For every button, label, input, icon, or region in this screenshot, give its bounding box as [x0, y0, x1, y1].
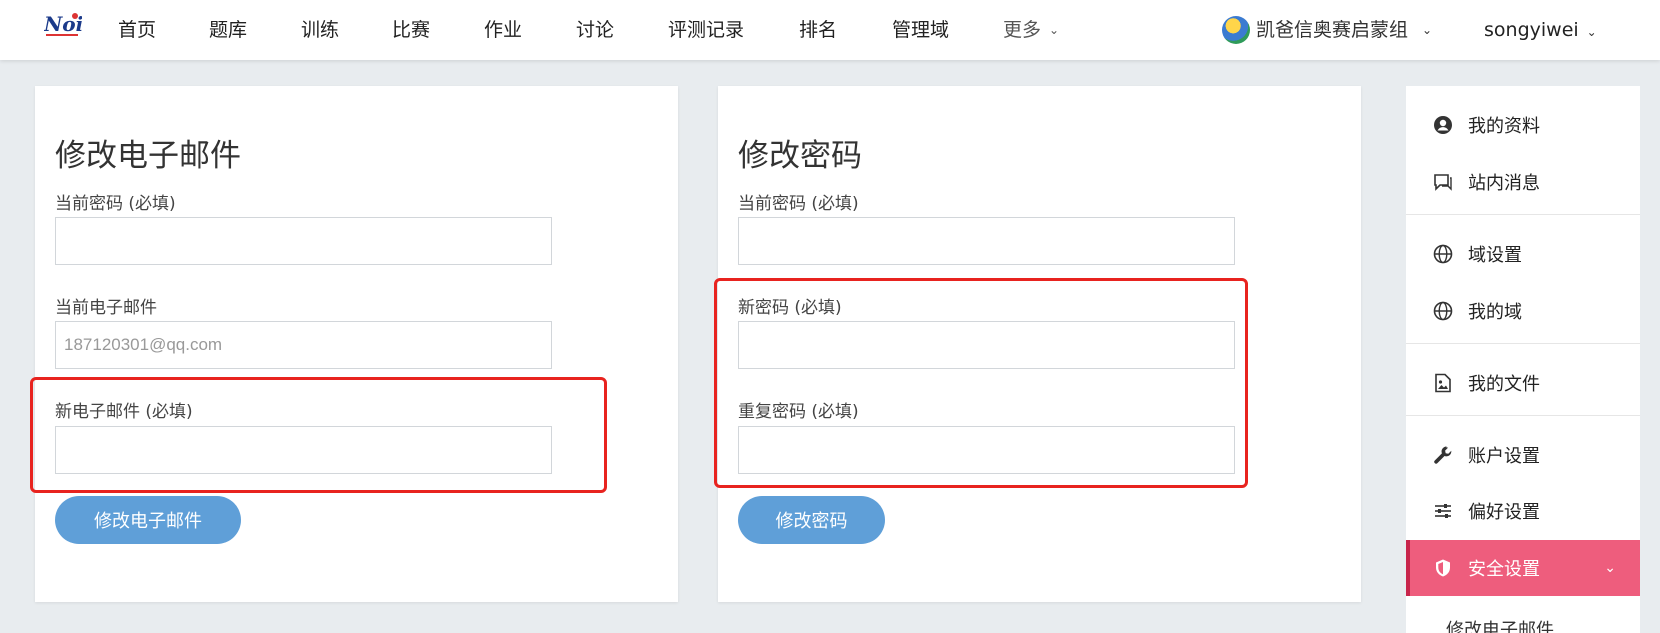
- globe-icon: [1432, 243, 1454, 265]
- nav-home[interactable]: 首页: [118, 0, 156, 60]
- user-circle-icon: [1432, 114, 1454, 136]
- sidebar-item-label: 账户设置: [1468, 446, 1540, 467]
- nav-domain-label: 凯爸信奥赛启蒙组: [1256, 19, 1409, 41]
- nav-more[interactable]: 更多 ⌄: [1003, 0, 1059, 60]
- top-navbar: Noi 首页 题库 训练 比赛 作业 讨论 评测记录 排名 管理域 更多 ⌄ 凯爸…: [0, 0, 1660, 60]
- nav-manage-domain[interactable]: 管理域: [892, 0, 949, 60]
- nav-ranking[interactable]: 排名: [799, 0, 837, 60]
- noi-logo[interactable]: Noi: [44, 12, 82, 38]
- sidebar-divider: [1406, 415, 1640, 416]
- sidebar-divider: [1406, 214, 1640, 215]
- sidebar-item-account-settings[interactable]: 账户设置: [1406, 427, 1640, 483]
- sidebar-divider: [1406, 343, 1640, 344]
- nav-training[interactable]: 训练: [301, 0, 339, 60]
- nav-homework[interactable]: 作业: [484, 0, 522, 60]
- globe-icon: [1432, 300, 1454, 322]
- sidebar-item-preferences[interactable]: 偏好设置: [1406, 483, 1640, 539]
- current-email-label: 当前电子邮件: [55, 298, 157, 318]
- nav-problems[interactable]: 题库: [209, 0, 247, 60]
- sidebar-item-label: 我的资料: [1468, 116, 1540, 137]
- nav-user-label: songyiwei: [1484, 19, 1579, 41]
- sidebar-item-label: 我的域: [1468, 302, 1522, 323]
- sidebar-item-label: 站内消息: [1468, 173, 1540, 194]
- file-image-icon: [1432, 372, 1454, 394]
- current-email-value: 187120301@qq.com: [64, 335, 223, 354]
- password-current-password-label: 当前密码 (必填): [738, 194, 859, 214]
- sidebar-item-label: 我的文件: [1468, 374, 1540, 395]
- chevron-down-icon: ⌄: [1604, 560, 1616, 576]
- change-password-button[interactable]: 修改密码: [738, 496, 885, 544]
- sidebar-item-domain-settings[interactable]: 域设置: [1406, 226, 1640, 282]
- nav-contest[interactable]: 比赛: [392, 0, 430, 60]
- change-email-title: 修改电子邮件: [55, 138, 241, 174]
- sidebar-item-my-files[interactable]: 我的文件: [1406, 355, 1640, 411]
- change-email-card: 修改电子邮件 当前密码 (必填) 当前电子邮件 187120301@qq.com…: [35, 86, 678, 602]
- nav-more-label: 更多: [1003, 19, 1042, 41]
- nav-discussion[interactable]: 讨论: [576, 0, 614, 60]
- sidebar-item-profile[interactable]: 我的资料: [1406, 97, 1640, 153]
- sidebar-item-security[interactable]: 安全设置 ⌄: [1406, 540, 1640, 596]
- change-password-title: 修改密码: [738, 138, 862, 174]
- new-email-highlight-box: [30, 377, 607, 493]
- password-current-password-input[interactable]: [738, 217, 1235, 265]
- new-password-highlight-box: [714, 278, 1248, 488]
- chevron-down-icon: ⌄: [1049, 23, 1060, 37]
- sidebar-item-messages[interactable]: 站内消息: [1406, 154, 1640, 210]
- nav-domain-switch[interactable]: 凯爸信奥赛启蒙组 ⌄: [1222, 0, 1432, 60]
- chevron-down-icon: ⌄: [1586, 25, 1597, 39]
- sidebar-item-my-domains[interactable]: 我的域: [1406, 283, 1640, 339]
- sidebar-item-label: 域设置: [1468, 245, 1522, 266]
- sidebar-item-label: 安全设置: [1468, 559, 1540, 580]
- chevron-down-icon: ⌄: [1422, 23, 1433, 37]
- settings-sidebar: 我的资料 站内消息 域设置 我的域 我的文件 账户设置 偏好设置 安全设置 ⌄ …: [1406, 86, 1640, 633]
- email-current-password-input[interactable]: [55, 217, 552, 265]
- wrench-icon: [1432, 444, 1454, 466]
- domain-avatar: [1222, 16, 1250, 44]
- shield-icon: [1432, 557, 1454, 579]
- change-email-button[interactable]: 修改电子邮件: [55, 496, 241, 544]
- nav-records[interactable]: 评测记录: [668, 0, 744, 60]
- email-current-password-label: 当前密码 (必填): [55, 194, 176, 214]
- sidebar-subitem-change-email[interactable]: 修改电子邮件: [1446, 616, 1554, 633]
- chat-icon: [1432, 171, 1454, 193]
- sidebar-item-label: 偏好设置: [1468, 502, 1540, 523]
- nav-user-menu[interactable]: songyiwei ⌄: [1484, 0, 1597, 60]
- current-email-field: 187120301@qq.com: [55, 321, 552, 369]
- sliders-icon: [1432, 500, 1454, 522]
